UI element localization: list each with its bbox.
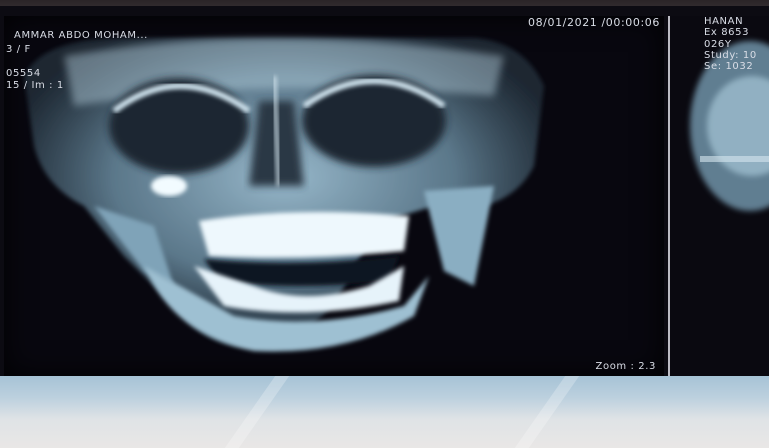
monitor-bezel: AMMAR ABDO MOHAM... 3 / F 05554 15 / Im … [0, 6, 769, 376]
patient-sex-text: 3 / F [6, 44, 31, 55]
patient-name-text: AMMAR ABDO MOHAM... [14, 30, 148, 41]
zoom-level-text: Zoom : 2.3 [595, 361, 656, 372]
patient-id-text: 05554 [6, 68, 41, 79]
secondary-series-text: Se: 1032 [704, 61, 754, 72]
viewer-panel-secondary[interactable]: HANAN Ex 8653 026Y Study: 10 Se: 1032 [668, 16, 769, 376]
viewer-panel-main[interactable]: AMMAR ABDO MOHAM... 3 / F 05554 15 / Im … [4, 16, 664, 376]
skull-xray-image [24, 37, 544, 352]
series-image-text: 15 / Im : 1 [6, 80, 64, 91]
study-datetime-text: 08/01/2021 /00:00:06 [527, 16, 660, 29]
secondary-patient-name-text: HANAN [704, 16, 744, 27]
secondary-age-text: 026Y [704, 39, 732, 50]
secondary-exam-text: Ex 8653 [704, 27, 750, 38]
secondary-study-text: Study: 10 [704, 50, 757, 61]
desk-surface [0, 376, 769, 448]
